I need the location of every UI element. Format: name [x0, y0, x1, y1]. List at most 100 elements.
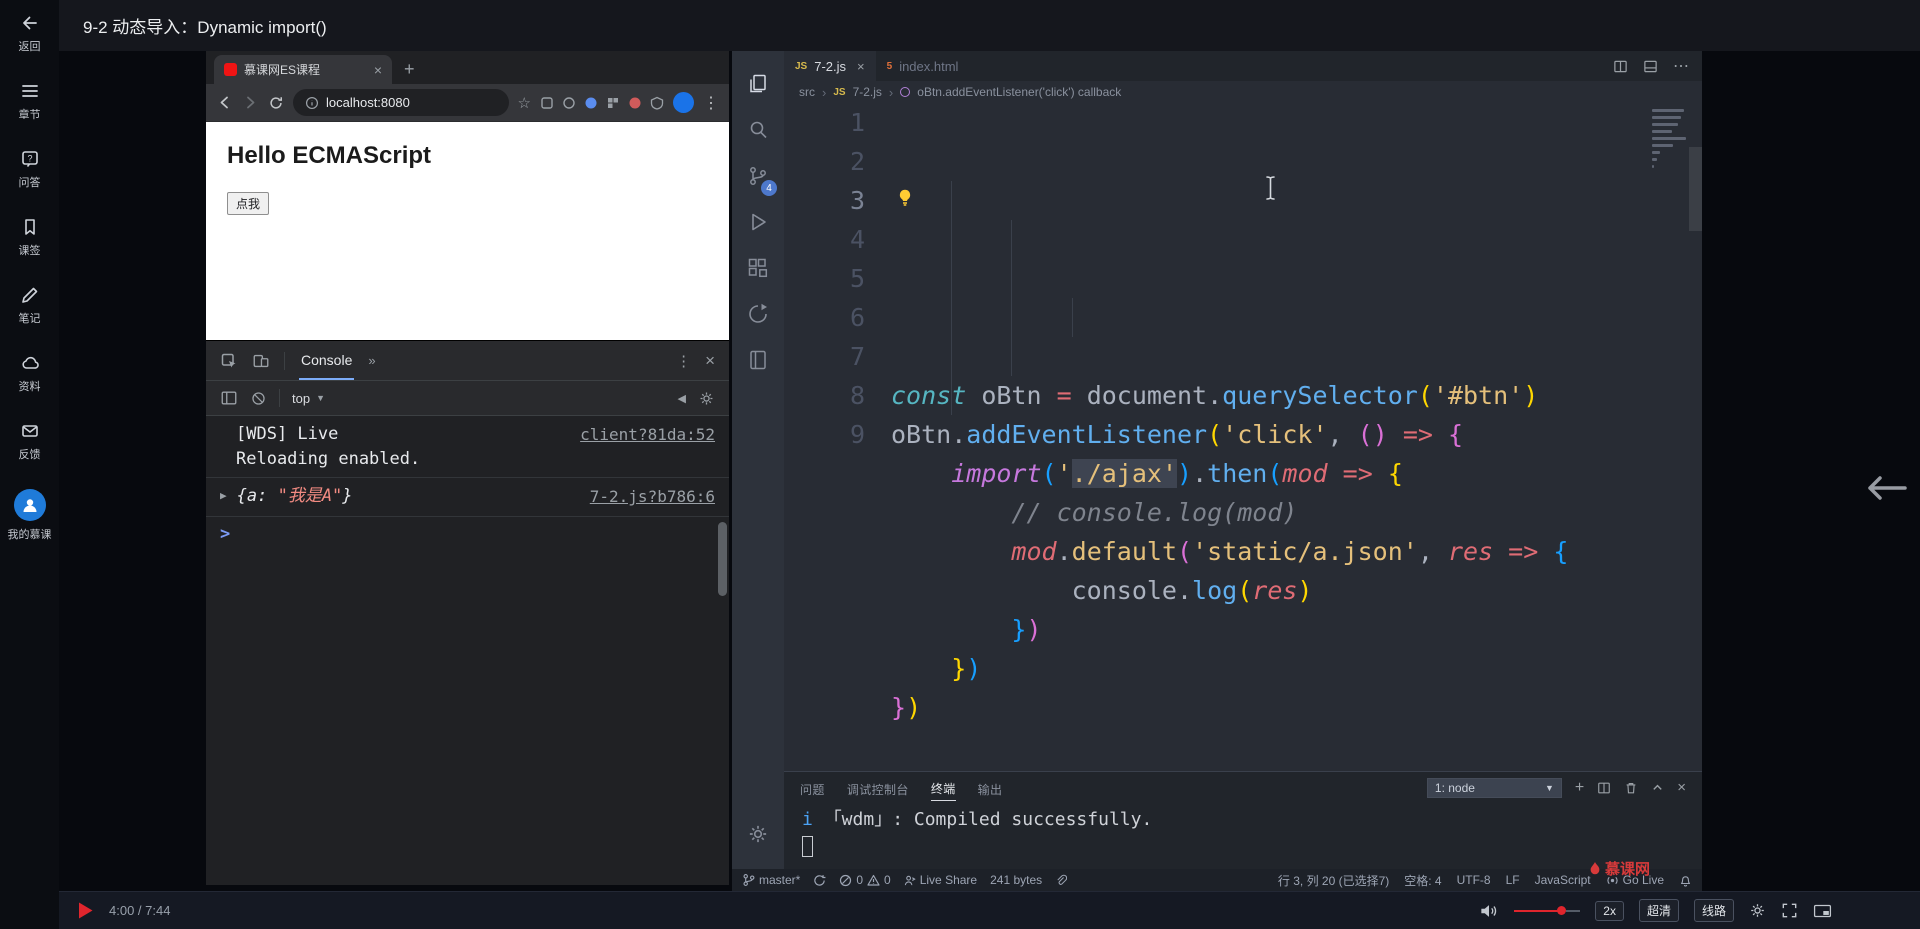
sidebar-item-bookmark[interactable]: 课签 [19, 217, 41, 258]
route-button[interactable]: 线路 [1693, 899, 1734, 922]
collapse-icon[interactable]: ◀ [678, 392, 686, 405]
lightbulb-icon[interactable] [895, 187, 915, 207]
browser-tab[interactable]: 慕课网ES课程 × [214, 55, 392, 84]
text-cursor-icon [1264, 175, 1277, 201]
run-debug-icon[interactable] [734, 199, 782, 245]
bell-icon[interactable] [1679, 874, 1692, 887]
console-sidebar-icon[interactable] [220, 389, 238, 407]
close-icon[interactable]: × [374, 63, 382, 77]
terminal-shell-select[interactable]: 1: node ▼ [1426, 777, 1562, 798]
js-context-selector[interactable]: top ▼ [292, 391, 325, 406]
inspect-icon[interactable] [220, 352, 238, 370]
sidebar-item-materials[interactable]: 资料 [19, 353, 41, 394]
extension-icon[interactable] [562, 96, 576, 110]
extension-icon[interactable] [584, 96, 598, 110]
search-icon[interactable] [734, 107, 782, 153]
breadcrumb-item[interactable]: src [799, 85, 815, 99]
indent-status[interactable]: 空格: 4 [1404, 872, 1441, 889]
sidebar-item-chapters[interactable]: 章节 [19, 81, 41, 122]
volume-slider[interactable] [1514, 906, 1581, 915]
sidebar-item-qa[interactable]: ? 问答 [19, 149, 41, 190]
fullscreen-icon[interactable] [1781, 902, 1798, 919]
bookmark-star-icon[interactable]: ☆ [518, 94, 531, 112]
sync-button[interactable] [813, 874, 826, 887]
new-tab-icon[interactable]: + [404, 60, 415, 78]
devtools-close-icon[interactable]: × [705, 351, 715, 371]
cursor-position-status[interactable]: 行 3, 列 20 (已选择7) [1278, 872, 1389, 889]
console-output[interactable]: [WDS] Live Reloading enabled. client?81d… [206, 416, 729, 885]
collapse-arrow-button[interactable] [1862, 472, 1908, 504]
split-editor-icon[interactable] [1613, 59, 1628, 74]
extensions-icon[interactable] [734, 245, 782, 291]
extension-icon[interactable] [650, 96, 664, 110]
file-size-status[interactable]: 241 bytes [990, 873, 1042, 887]
panel-tab-problems[interactable]: 问题 [800, 775, 825, 801]
play-button[interactable] [79, 902, 93, 919]
extension-icon[interactable] [606, 96, 620, 110]
more-tabs-icon[interactable]: » [368, 353, 375, 368]
video-stage[interactable]: 慕课网ES课程 × + localhost:8080 ☆ ⋮ Hello ECM… [59, 51, 1920, 891]
address-bar[interactable]: localhost:8080 [293, 89, 509, 116]
eol-status[interactable]: LF [1506, 873, 1520, 887]
clear-console-icon[interactable] [250, 390, 267, 407]
more-actions-icon[interactable]: ⋯ [1673, 56, 1689, 76]
layout-icon[interactable] [1643, 59, 1658, 74]
console-prompt-row[interactable]: > [206, 517, 729, 551]
live-share-icon[interactable] [734, 291, 782, 337]
player-settings-icon[interactable] [1749, 902, 1766, 919]
console-settings-icon[interactable] [698, 390, 715, 407]
breadcrumb-item[interactable]: 7-2.js [853, 85, 882, 99]
theater-mode-icon[interactable] [1813, 903, 1832, 919]
editor-scrollbar-thumb[interactable] [1689, 147, 1702, 231]
expand-icon[interactable]: ▶ [220, 489, 227, 502]
devtools-menu-icon[interactable]: ⋮ [676, 352, 691, 370]
source-control-icon[interactable]: 4 [734, 153, 782, 199]
forward-icon[interactable] [242, 94, 259, 111]
devtools-tab-console[interactable]: Console [299, 341, 355, 380]
chevron-up-icon[interactable] [1651, 781, 1664, 794]
sidebar-item-feedback[interactable]: 反馈 [19, 421, 41, 462]
sidebar-item-back[interactable]: 返回 [19, 13, 41, 54]
console-source-link[interactable]: client?81da:52 [580, 422, 715, 448]
encoding-status[interactable]: UTF-8 [1457, 873, 1491, 887]
split-terminal-icon[interactable] [1597, 781, 1611, 795]
panel-tab-output[interactable]: 输出 [978, 775, 1003, 801]
breadcrumb-symbol[interactable]: oBtn.addEventListener('click') callback [917, 85, 1121, 99]
extension-icon[interactable] [540, 96, 554, 110]
back-icon[interactable] [216, 94, 233, 111]
terminal-output[interactable]: i 「wdm」: Compiled successfully. [784, 803, 1702, 869]
close-icon[interactable]: × [857, 59, 865, 74]
attach-icon[interactable] [1055, 874, 1068, 887]
device-toolbar-icon[interactable] [252, 352, 270, 370]
editor-tab-7-2-js[interactable]: JS 7-2.js × [784, 51, 876, 81]
editor-tab-index-html[interactable]: 5 index.html [876, 51, 970, 81]
profile-avatar[interactable] [673, 92, 694, 113]
sidebar-item-notes[interactable]: 笔记 [19, 285, 41, 326]
language-status[interactable]: JavaScript [1535, 873, 1591, 887]
code-editor[interactable]: 123456789 const oBtn = document.querySel… [784, 103, 1702, 771]
page-button[interactable]: 点我 [227, 192, 270, 215]
close-panel-icon[interactable]: × [1677, 780, 1686, 795]
explorer-icon[interactable] [734, 61, 782, 107]
notebook-icon[interactable] [734, 337, 782, 383]
info-icon[interactable] [305, 96, 319, 110]
quality-button[interactable]: 超清 [1638, 899, 1679, 922]
volume-icon[interactable] [1479, 902, 1499, 920]
browser-menu-icon[interactable]: ⋮ [703, 93, 719, 113]
git-branch-status[interactable]: master* [742, 873, 800, 887]
sidebar-item-label: 资料 [18, 381, 41, 393]
sidebar-item-my-imooc[interactable]: 我的慕课 [8, 489, 52, 542]
trash-icon[interactable] [1624, 781, 1638, 795]
problems-status[interactable]: 0 0 [839, 873, 891, 887]
console-source-link[interactable]: 7-2.js?b786:6 [590, 484, 715, 510]
scrollbar-thumb[interactable] [718, 522, 727, 596]
reload-icon[interactable] [268, 95, 284, 111]
speed-button[interactable]: 2x [1595, 900, 1624, 921]
extension-icon[interactable] [628, 96, 642, 110]
panel-tab-terminal[interactable]: 终端 [930, 774, 956, 801]
minimap[interactable] [1652, 109, 1688, 172]
panel-tab-debug-console[interactable]: 调试控制台 [847, 775, 909, 801]
settings-gear-icon[interactable] [734, 811, 782, 857]
new-terminal-icon[interactable]: + [1575, 779, 1584, 796]
live-share-status[interactable]: Live Share [904, 873, 977, 887]
